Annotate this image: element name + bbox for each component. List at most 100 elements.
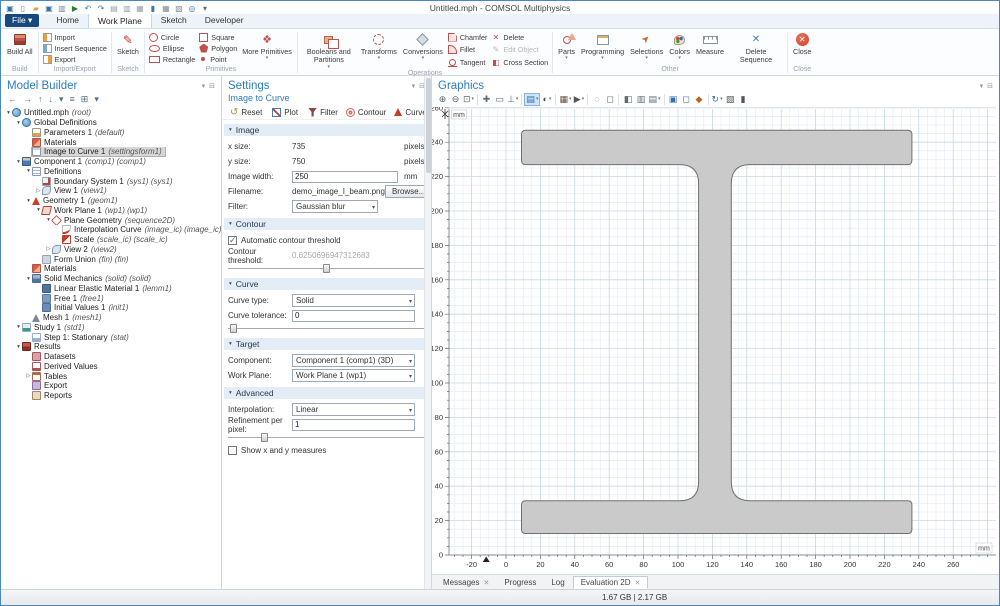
tree-item[interactable]: ▾ Work Plane 1 (wp1) (wp1) [1,205,221,216]
material-browser-icon[interactable]: ▮ [147,3,159,14]
tree-item[interactable]: ▷ View 2 (view2) [1,244,221,255]
tree-item[interactable]: Derived Values [1,361,221,372]
tree-expander[interactable]: ▷ [25,373,32,379]
tree-item[interactable]: Image to Curve 1 (settingsform1) [1,147,221,157]
tree-item[interactable]: Scale (scale_ic) (scale_ic) [1,235,221,245]
image-width-input[interactable] [292,170,398,183]
fillet-button[interactable]: Fillet [447,45,488,55]
scene-light-icon[interactable]: ◐ ▾ [540,93,553,106]
tree-item[interactable]: ▷ Tables [1,371,221,381]
tree-item[interactable]: Mesh 1 (mesh1) [1,313,221,323]
paste-icon[interactable]: ▥ [121,3,133,14]
delete-sequence-button[interactable]: ✕ Delete Sequence [727,30,785,66]
material-color-icon[interactable]: ◆ [693,93,706,106]
tree-item[interactable]: ▾ Solid Mechanics (solid) (solid) [1,274,221,284]
tree-expander[interactable]: ▾ [25,198,32,204]
run-icon[interactable]: ▶ [69,3,81,14]
measure-button[interactable]: Measure [693,30,727,66]
tree-item[interactable]: ▾ Plane Geometry (sequence2D) [1,215,221,225]
parts-button[interactable]: Parts ▾ [555,30,578,66]
tab-sketch[interactable]: Sketch [152,13,196,28]
back-icon[interactable]: ← [8,94,17,104]
tree-item[interactable]: ▾ Definitions [1,166,221,177]
redo-icon[interactable]: ↷ [95,3,107,14]
toolbar-more-caret[interactable]: ▾ [94,94,99,105]
edit-object-button[interactable]: ✎ Edit Object [491,45,548,55]
tree-expander[interactable]: ▾ [25,276,32,282]
select-all-icon[interactable]: ▣ [667,93,680,106]
tree-item[interactable]: Boundary System 1 (sys1) (sys1) [1,176,221,186]
clear-selection-icon[interactable]: ◻ [680,93,693,106]
model-manager-icon[interactable]: ▥ [56,3,68,14]
tree-expander[interactable]: ▾ [15,344,22,350]
tab-work-plane[interactable]: Work Plane [88,13,152,28]
tree-item[interactable]: ▾ Untitled.mph (root) [1,108,221,118]
component-dropdown[interactable]: Component 1 (comp1) (3D) [292,354,415,367]
copy-icon[interactable]: ▤ [108,3,120,14]
new-file-icon[interactable]: ▯ [17,3,29,14]
refinement-input[interactable] [292,418,415,431]
lock-icon[interactable]: ▮ [737,93,750,106]
tree-item[interactable]: Free 1 (free1) [1,293,221,303]
move-down-icon[interactable]: ↓ [49,94,54,104]
tree-item[interactable]: ▾ Study 1 (std1) [1,322,221,333]
tab-log[interactable]: Log [544,576,571,589]
tree-item[interactable]: ▾ Component 1 (comp1) (comp1) [1,157,221,167]
zoom-extents-icon[interactable]: ⊡ ▾ [462,93,475,106]
transparency-icon[interactable]: ◧ [621,93,634,106]
evaluate-icon[interactable]: ▧ [173,3,185,14]
filter-button[interactable]: Filter [304,105,342,119]
import-button[interactable]: Import [42,32,107,42]
image-snapshot-icon[interactable]: ▦ ▾ [558,93,572,106]
tree-item[interactable]: ▾ Results [1,342,221,352]
contour-threshold-slider[interactable] [228,263,425,274]
section-header-curve[interactable]: ▾ Curve [224,278,429,290]
tree-item[interactable]: Materials [1,264,221,274]
settings-scrollbar[interactable] [424,76,431,589]
export-button[interactable]: Export [42,54,107,64]
forward-icon[interactable]: → [23,94,32,104]
wireframe-icon[interactable]: ▥ [634,93,647,106]
zoom-tool-icon[interactable]: ◎ [186,3,198,14]
panel-menu-caret[interactable]: ▾ [412,82,416,90]
panel-pin-icon[interactable]: ⊟ [987,82,993,90]
deselect-box-icon[interactable]: ◻ [603,93,616,106]
curve-tolerance-input[interactable] [292,309,415,322]
square-button[interactable]: Square [199,32,237,42]
camera-icon[interactable]: ▧ [724,93,737,106]
tangent-button[interactable]: Tangent [447,58,488,68]
tree-expander[interactable]: ▷ [45,246,52,252]
filter-dropdown[interactable]: Gaussian blur [292,200,378,213]
tree-item[interactable]: Reports [1,391,221,401]
model-tree-settings-icon[interactable]: ⊞ [81,94,89,105]
section-header-contour[interactable]: ▾ Contour [224,218,429,230]
booleans-partitions-button[interactable]: Booleans and Partitions ▾ [300,30,358,70]
tab-messages[interactable]: Messages ✕ [436,576,496,589]
tree-expander[interactable]: ▾ [15,120,22,126]
transforms-button[interactable]: Transforms ▾ [358,30,400,70]
point-button[interactable]: Point [199,54,237,64]
tab-close-icon[interactable]: ✕ [635,579,641,587]
view-2d-button[interactable]: ▤ ▾ [524,93,541,106]
undo-icon[interactable]: ↶ [82,3,94,14]
conversions-button[interactable]: Conversions ▾ [400,30,446,70]
chamfer-button[interactable]: Chamfer [447,32,487,42]
auto-contour-threshold-checkbox[interactable] [228,235,237,246]
show-measures-checkbox[interactable] [228,446,237,455]
graphics-plot[interactable]: -20 0 20 40 60 80 100 120 140 160 180 200 220 240 260 0… [432,107,999,574]
panel-menu-caret[interactable]: ▾ [202,82,206,90]
reset-button[interactable]: ↺ Reset [226,105,266,119]
tree-item[interactable]: ▾ Global Definitions [1,118,221,128]
axis-orientation-icon[interactable]: ⊥ ▾ [506,93,519,106]
selections-button[interactable]: ➤ Selections ▾ [627,30,666,66]
collapse-all-icon[interactable]: ▾ [59,94,64,105]
zoom-out-icon[interactable]: ⊖ [449,93,462,106]
go-to-default-view-icon[interactable]: ✚ [480,93,493,106]
ellipse-button[interactable]: Ellipse [148,43,195,53]
contour-button[interactable]: Contour [342,105,390,119]
save-icon[interactable]: ▣ [43,3,55,14]
open-file-icon[interactable]: ▰ [30,3,42,14]
expand-all-icon[interactable]: ≡ [70,94,75,104]
section-header-image[interactable]: ▾ Image [224,124,429,136]
tree-item[interactable]: Export [1,381,221,391]
